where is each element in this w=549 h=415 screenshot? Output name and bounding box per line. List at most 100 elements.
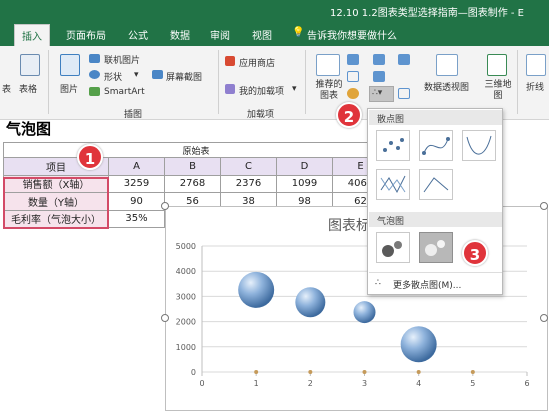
chart-resize-handle[interactable] — [161, 314, 169, 322]
online-pictures-icon — [89, 54, 100, 63]
recommended-charts-icon[interactable] — [316, 54, 340, 76]
ribbon-tab-bar: 插入 页面布局 公式 数据 审阅 视图 💡 告诉我你想要做什么 — [0, 22, 549, 46]
table-button[interactable]: 表格 — [19, 82, 37, 95]
lightbulb-icon: 💡 — [292, 27, 305, 38]
bubble-point — [295, 287, 326, 318]
step-2-badge: 2 — [336, 102, 362, 128]
scatter-straight-markers-thumbnail[interactable] — [376, 169, 410, 200]
window-title: 12.10 1.2图表类型选择指南—图表制作 - E — [330, 8, 524, 19]
scatter-thumbnail[interactable] — [376, 130, 410, 161]
bubble-point — [400, 326, 437, 363]
column-chart-icon[interactable] — [347, 54, 359, 65]
scatter-straight-lines-thumbnail[interactable] — [419, 169, 453, 200]
3d-map-button[interactable]: 三维地图 — [481, 80, 515, 102]
tab-page-layout[interactable]: 页面布局 — [66, 27, 106, 42]
y-tick-label: 5000 — [176, 242, 196, 251]
table-title[interactable]: 原始表 — [3, 142, 389, 158]
pie-chart-icon[interactable] — [347, 88, 359, 99]
baseline-point — [308, 370, 313, 374]
store-button[interactable]: 应用商店 — [239, 56, 275, 69]
table-row: 项目 A B C D E — [3, 157, 389, 176]
y-tick-label: 0 — [191, 368, 196, 377]
pictures-button[interactable]: 图片 — [60, 82, 78, 95]
line-chart-icon[interactable] — [347, 71, 359, 82]
x-tick-label: 5 — [470, 379, 475, 388]
header-cell[interactable]: D — [276, 157, 333, 176]
table-cell[interactable]: 3259 — [108, 174, 165, 193]
x-axis-labels: 0 1 2 3 4 5 6 — [199, 379, 529, 388]
tab-insert[interactable]: 插入 — [14, 24, 50, 46]
shapes-button[interactable]: 形状 — [104, 70, 122, 83]
my-addins-button[interactable]: 我的加载项 — [239, 84, 284, 97]
chart-resize-handle[interactable] — [540, 202, 548, 210]
table-icon[interactable] — [20, 54, 40, 76]
line-sparkline-button[interactable]: 折线 — [526, 80, 544, 93]
smartart-icon — [89, 87, 100, 96]
step-3-badge: 3 — [462, 240, 488, 266]
hierarchy-chart-icon[interactable] — [373, 54, 385, 65]
shapes-dropdown-icon[interactable]: ▾ — [134, 70, 139, 80]
tab-data[interactable]: 数据 — [170, 27, 190, 42]
tab-formulas[interactable]: 公式 — [128, 27, 148, 42]
bubble-section-header: 气泡图 — [369, 212, 502, 227]
y-tick-label: 1000 — [176, 343, 196, 352]
waterfall-chart-icon[interactable] — [398, 54, 410, 65]
store-icon — [225, 56, 235, 66]
pivot-chart-button[interactable]: 数据透视图 — [424, 80, 469, 93]
x-tick-label: 0 — [199, 379, 204, 388]
scatter-chart-icon: ∴▾ — [372, 88, 383, 98]
online-pictures-button[interactable]: 联机图片 — [104, 53, 140, 66]
x-tick-label: 4 — [416, 379, 421, 388]
sheet-heading: 气泡图 — [6, 120, 52, 138]
pictures-icon[interactable] — [60, 54, 80, 76]
statistic-chart-icon[interactable] — [373, 71, 385, 82]
group-divider — [218, 50, 219, 114]
y-tick-label: 4000 — [176, 267, 196, 276]
table-cell[interactable]: 2376 — [220, 174, 277, 193]
recommended-charts-button[interactable]: 推荐的图表 — [312, 80, 346, 102]
table-cell[interactable]: 35% — [108, 209, 165, 228]
x-tick-label: 6 — [524, 379, 529, 388]
tab-review[interactable]: 审阅 — [210, 27, 230, 42]
header-cell[interactable]: A — [108, 157, 165, 176]
scatter-smooth-markers-thumbnail[interactable] — [419, 130, 453, 161]
smartart-button[interactable]: SmartArt — [104, 87, 145, 97]
3d-bubble-thumbnail[interactable] — [419, 232, 453, 263]
surface-chart-icon[interactable] — [398, 88, 410, 99]
x-tick-label: 3 — [362, 379, 367, 388]
selection-outline — [3, 177, 109, 229]
header-cell[interactable]: C — [220, 157, 277, 176]
chart-resize-handle[interactable] — [161, 202, 169, 210]
my-addins-icon — [225, 84, 235, 94]
my-addins-dropdown-icon[interactable]: ▾ — [292, 84, 297, 94]
header-cell[interactable]: B — [164, 157, 221, 176]
bubble-point — [353, 301, 376, 324]
illustrations-group-label: 插图 — [124, 110, 143, 120]
pivot-chart-icon[interactable] — [436, 54, 458, 76]
table-cell[interactable]: 2768 — [164, 174, 221, 193]
scatter-chart-button[interactable]: ∴▾ — [369, 86, 394, 102]
step-1-badge: 1 — [77, 144, 103, 170]
scatter-section-header: 散点图 — [369, 110, 502, 125]
x-tick-label: 2 — [308, 379, 313, 388]
shapes-icon — [89, 70, 100, 79]
line-sparkline-icon[interactable] — [526, 54, 546, 76]
x-tick-label: 1 — [254, 379, 259, 388]
scatter-smooth-lines-thumbnail[interactable] — [462, 130, 496, 161]
baseline-point — [362, 370, 367, 374]
table-cell[interactable]: 1099 — [276, 174, 333, 193]
scatter-chart-gallery[interactable]: 散点图 气泡图 ∴ 更多散点图(M)... — [367, 108, 503, 295]
3d-map-icon[interactable] — [487, 54, 507, 76]
tab-view[interactable]: 视图 — [252, 27, 272, 42]
addins-group-label: 加载项 — [247, 110, 275, 120]
more-scatter-icon: ∴ — [375, 278, 381, 288]
bubble-thumbnail[interactable] — [376, 232, 410, 263]
screenshot-button[interactable]: 屏幕截图 — [166, 70, 202, 83]
chart-resize-handle[interactable] — [540, 314, 548, 322]
screenshot-icon — [152, 70, 163, 79]
more-scatter-charts-link[interactable]: 更多散点图(M)... — [393, 278, 461, 291]
table-cell[interactable]: 90 — [108, 192, 165, 211]
menu-divider — [369, 272, 502, 273]
group-divider — [305, 50, 306, 114]
tell-me-box[interactable]: 告诉我你想要做什么 — [307, 27, 397, 42]
